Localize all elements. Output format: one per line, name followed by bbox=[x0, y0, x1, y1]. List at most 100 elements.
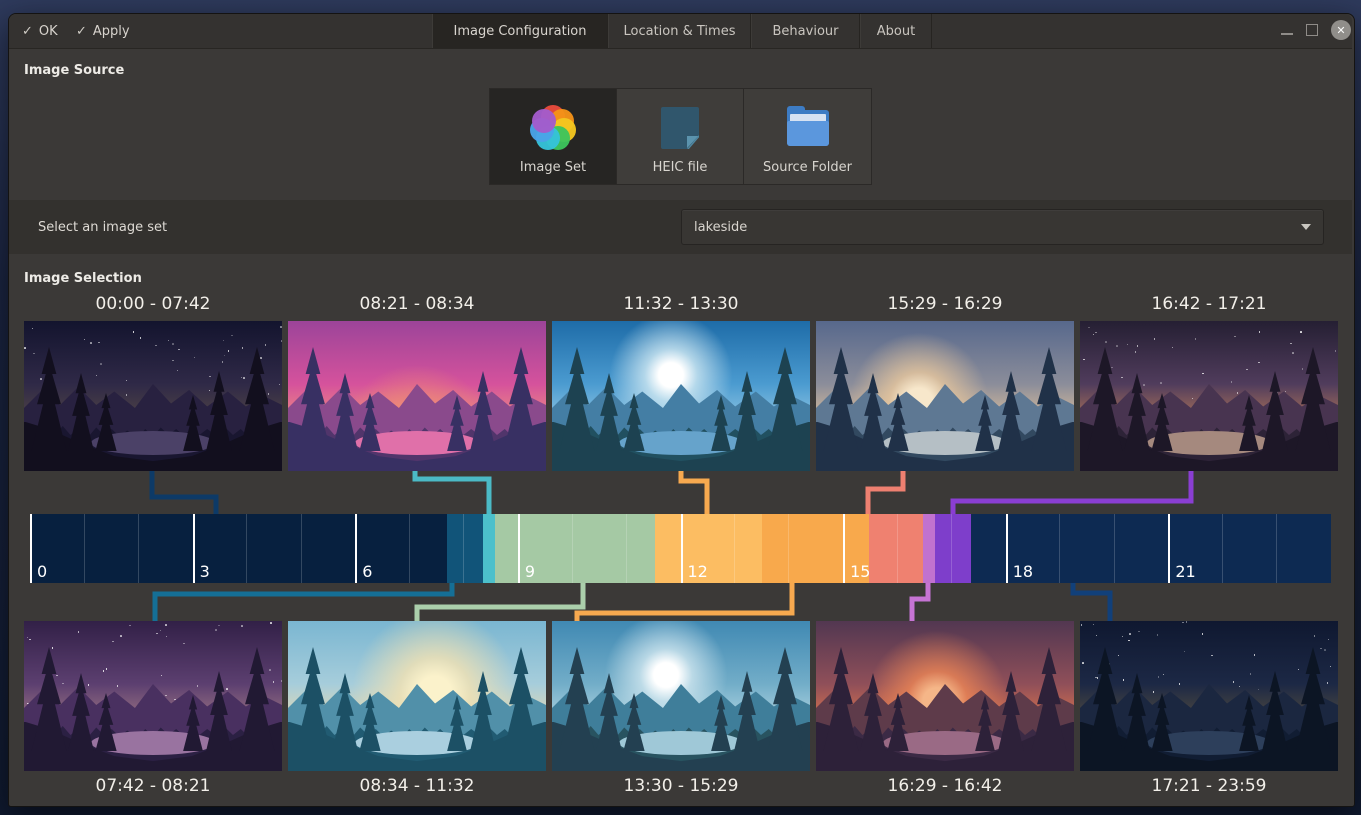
timeline-hour-tick bbox=[138, 514, 139, 583]
star bbox=[260, 357, 262, 359]
timeline-hour-label: 15 bbox=[850, 562, 870, 581]
image-set-option-label: Image Set bbox=[520, 160, 586, 175]
star bbox=[1088, 327, 1090, 329]
timeline-hour-tick bbox=[734, 514, 735, 583]
tab-image-configuration[interactable]: Image Configuration bbox=[432, 14, 608, 48]
timeline-major-tick bbox=[355, 514, 357, 583]
window-controls: ✕ bbox=[1281, 20, 1351, 40]
star bbox=[24, 347, 26, 349]
wallpaper-thumbnail[interactable] bbox=[288, 621, 546, 771]
wallpaper-thumbnail[interactable] bbox=[816, 621, 1074, 771]
wallpaper-thumbnail[interactable] bbox=[552, 621, 810, 771]
star bbox=[209, 376, 211, 378]
timeline-segment[interactable] bbox=[483, 514, 495, 583]
star bbox=[1128, 640, 1130, 642]
time-range-label: 11:32 - 13:30 bbox=[552, 294, 810, 314]
timeline-hour-tick bbox=[1114, 514, 1115, 583]
timeline-segment[interactable] bbox=[935, 514, 970, 583]
star bbox=[52, 647, 54, 649]
star bbox=[1300, 331, 1302, 333]
star bbox=[1154, 338, 1156, 340]
time-range-label: 17:21 - 23:59 bbox=[1080, 776, 1338, 796]
timeline-major-tick bbox=[30, 514, 32, 583]
wallpaper-thumbnail[interactable] bbox=[552, 321, 810, 471]
star bbox=[33, 353, 35, 355]
star bbox=[1258, 362, 1260, 364]
image-set-option[interactable]: Image Set bbox=[490, 89, 617, 184]
star bbox=[265, 344, 267, 346]
timeline-hour-tick bbox=[463, 514, 464, 583]
time-range-label: 15:29 - 16:29 bbox=[816, 294, 1074, 314]
star bbox=[1121, 377, 1123, 379]
star bbox=[172, 360, 174, 362]
star bbox=[174, 699, 176, 701]
star bbox=[222, 361, 224, 363]
ok-button-label: OK bbox=[39, 24, 58, 39]
star bbox=[1335, 350, 1337, 352]
timeline-segment[interactable] bbox=[447, 514, 482, 583]
star bbox=[1082, 662, 1084, 664]
time-range-label: 16:29 - 16:42 bbox=[816, 776, 1074, 796]
wallpaper-thumbnail[interactable] bbox=[816, 321, 1074, 471]
apply-button[interactable]: ✓ Apply bbox=[76, 14, 130, 48]
star bbox=[1129, 633, 1131, 635]
wallpaper-thumbnail[interactable] bbox=[1080, 621, 1338, 771]
star bbox=[166, 636, 168, 638]
star bbox=[1246, 369, 1248, 371]
check-icon: ✓ bbox=[76, 24, 87, 39]
timeline-segment[interactable] bbox=[30, 514, 447, 583]
wallpaper-thumbnail[interactable] bbox=[24, 321, 282, 471]
star bbox=[242, 347, 244, 349]
time-range-label: 08:21 - 08:34 bbox=[288, 294, 546, 314]
wallpaper-thumbnail[interactable] bbox=[288, 321, 546, 471]
minimize-icon[interactable] bbox=[1281, 33, 1293, 35]
timeline-major-tick bbox=[843, 514, 845, 583]
timeline-segment[interactable] bbox=[655, 514, 762, 583]
star bbox=[1327, 682, 1329, 684]
timeline-segment[interactable] bbox=[923, 514, 935, 583]
star bbox=[1234, 336, 1236, 338]
star bbox=[243, 377, 245, 379]
timeline-hour-label: 18 bbox=[1013, 562, 1033, 581]
star bbox=[270, 622, 272, 624]
timeline-bar[interactable]: 036912151821 bbox=[30, 514, 1331, 583]
star bbox=[165, 624, 167, 626]
timeline-hour-tick bbox=[1222, 514, 1223, 583]
timeline-hour-label: 12 bbox=[688, 562, 708, 581]
time-range-label: 08:34 - 11:32 bbox=[288, 776, 546, 796]
tab-location-times[interactable]: Location & Times bbox=[608, 14, 751, 48]
star bbox=[268, 393, 270, 395]
star bbox=[100, 363, 102, 365]
heic-file-option[interactable]: HEIC file bbox=[617, 89, 744, 184]
close-icon[interactable]: ✕ bbox=[1331, 20, 1351, 40]
check-icon: ✓ bbox=[22, 24, 33, 39]
timeline-hour-label: 3 bbox=[200, 562, 210, 581]
star bbox=[1116, 345, 1118, 347]
image-source-options: Image Set HEIC file Source Folder bbox=[489, 88, 872, 185]
star bbox=[155, 345, 157, 347]
tab-about[interactable]: About bbox=[860, 14, 932, 48]
ok-button[interactable]: ✓ OK bbox=[22, 14, 58, 48]
timeline-major-tick bbox=[193, 514, 195, 583]
star bbox=[1292, 352, 1294, 354]
timeline-hour-tick bbox=[572, 514, 573, 583]
maximize-icon[interactable] bbox=[1306, 24, 1318, 36]
star bbox=[1153, 691, 1155, 693]
timeline-hour-tick bbox=[897, 514, 898, 583]
wallpaper-thumbnail[interactable] bbox=[1080, 321, 1338, 471]
timeline-hour-tick bbox=[1276, 514, 1277, 583]
wallpaper-thumbnail[interactable] bbox=[24, 621, 282, 771]
tab-behaviour[interactable]: Behaviour bbox=[751, 14, 860, 48]
desktop: { "window": { "titlebar": { "check_glyph… bbox=[0, 0, 1361, 815]
time-range-label: 07:42 - 08:21 bbox=[24, 776, 282, 796]
star bbox=[112, 641, 114, 643]
star bbox=[98, 342, 100, 344]
timeline-major-tick bbox=[681, 514, 683, 583]
image-set-dropdown[interactable]: lakeside bbox=[681, 209, 1324, 245]
source-folder-option[interactable]: Source Folder bbox=[744, 89, 871, 184]
star bbox=[172, 343, 174, 345]
star bbox=[1324, 649, 1326, 651]
timeline-hour-label: 21 bbox=[1175, 562, 1195, 581]
star bbox=[140, 337, 142, 339]
timeline-major-tick bbox=[1168, 514, 1170, 583]
